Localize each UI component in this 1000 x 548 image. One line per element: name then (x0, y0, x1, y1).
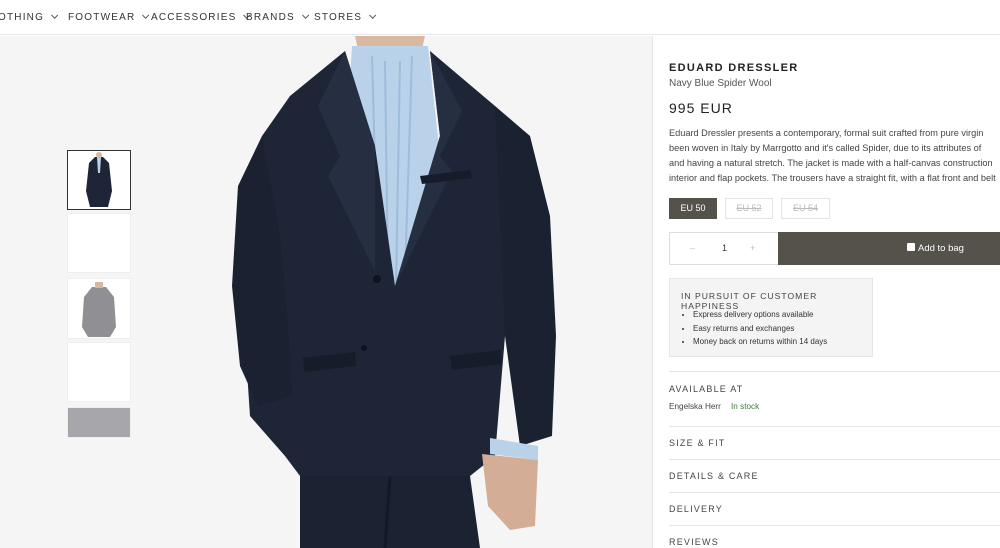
product-name: Navy Blue Spider Wool (669, 78, 772, 89)
stock-status: In stock (731, 402, 760, 411)
product-gallery (0, 36, 652, 548)
customer-happiness-list: Express delivery options available Easy … (693, 308, 827, 349)
product-price: 995 EUR (669, 100, 733, 116)
accordion-delivery[interactable]: DELIVERY (669, 504, 723, 514)
nav-item-accessories[interactable]: ACCESSORIES (151, 11, 251, 23)
thumbnail-fabric-closeup[interactable] (67, 407, 131, 438)
chevron-down-icon (142, 11, 150, 19)
quantity-decrease-button[interactable]: – (690, 243, 695, 253)
customer-happiness-box: IN PURSUIT OF CUSTOMER HAPPINESS Express… (669, 278, 873, 357)
thumbnail-detail-view[interactable] (67, 213, 131, 273)
list-item: Easy returns and exchanges (693, 322, 827, 336)
divider (669, 459, 1000, 460)
quantity-value[interactable]: 1 (722, 243, 727, 253)
accordion-size-fit[interactable]: SIZE & FIT (669, 438, 726, 448)
divider (669, 371, 1000, 372)
shopping-bag-icon (907, 243, 915, 251)
chevron-down-icon (301, 11, 310, 19)
nav-item-footwear[interactable]: FOOTWEAR (68, 11, 150, 23)
size-option-eu54[interactable]: EU 54 (781, 198, 830, 219)
thumbnail-back-view[interactable] (67, 278, 131, 339)
accordion-details-care[interactable]: DETAILS & CARE (669, 471, 759, 481)
chevron-down-icon (369, 11, 377, 19)
product-description: Eduard Dressler presents a contemporary,… (669, 128, 996, 183)
available-at-heading: AVAILABLE AT (669, 384, 744, 394)
quantity-increase-button[interactable]: + (750, 243, 755, 253)
accordion-reviews[interactable]: REVIEWS (669, 537, 719, 547)
nav-item-clothing[interactable]: OTHING (0, 11, 59, 23)
thumbnail-front-view[interactable] (67, 150, 131, 210)
add-to-bag-button[interactable]: Add to bag (778, 232, 1000, 265)
store-name: Engelska Herr (669, 402, 721, 411)
list-item: Money back on returns within 14 days (693, 335, 827, 349)
chevron-down-icon (51, 11, 59, 19)
thumbnail-fabric-view[interactable] (67, 342, 131, 402)
list-item: Express delivery options available (693, 308, 827, 322)
divider (669, 492, 1000, 493)
quantity-stepper: – 1 + (669, 232, 779, 265)
divider (669, 426, 1000, 427)
product-info-panel: EDUARD DRESSLER Navy Blue Spider Wool 99… (653, 36, 1000, 548)
size-option-eu50[interactable]: EU 50 (669, 198, 717, 219)
top-navigation: OTHING FOOTWEAR ACCESSORIES BRANDS STORE… (0, 0, 1000, 35)
size-option-eu52[interactable]: EU 52 (725, 198, 773, 219)
nav-item-brands[interactable]: BRANDS (246, 11, 310, 23)
divider (669, 525, 1000, 526)
product-brand[interactable]: EDUARD DRESSLER (669, 62, 799, 74)
nav-item-stores[interactable]: STORES (314, 11, 377, 23)
